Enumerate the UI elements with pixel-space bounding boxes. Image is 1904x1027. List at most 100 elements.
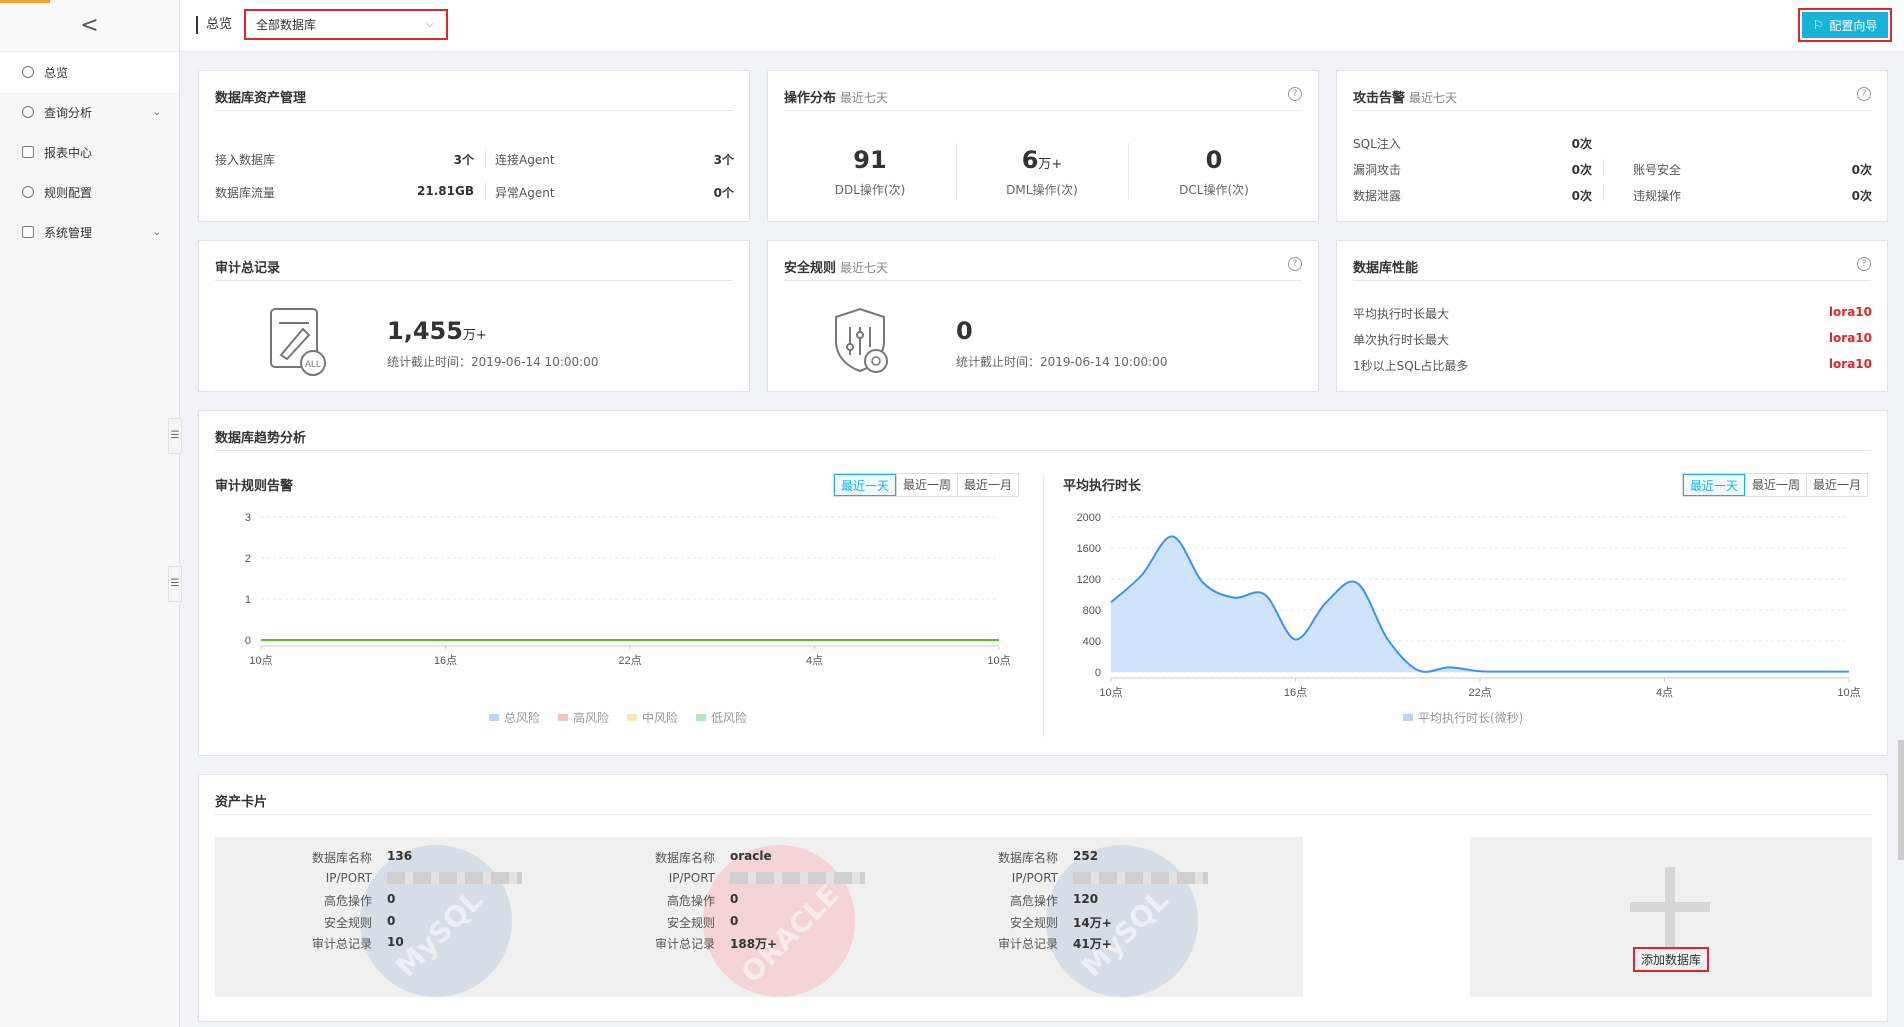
card-title-text: 操作分布	[784, 91, 837, 106]
kv-label: 违规操作	[1633, 189, 1682, 203]
card-title-text: 安全规则	[784, 261, 837, 276]
svg-text:ALL: ALL	[305, 359, 321, 369]
sidebar-item-rule-config[interactable]: 规则配置	[0, 172, 179, 212]
config-guide-label: 配置向导	[1829, 18, 1878, 33]
sidebar-item-system-mgmt[interactable]: 系统管理 ⌄	[0, 212, 179, 252]
asset-row: IP/PORT	[558, 871, 960, 891]
kv-label: 平均执行时长最大	[1353, 307, 1450, 321]
kv-value[interactable]: lora10	[1757, 331, 1872, 345]
ip-port-redacted	[387, 871, 522, 885]
asset-card[interactable]: MySQL 数据库名称 252 IP/PORT 高危操作 120 安全规则 14万+ 审计总记录…	[901, 837, 1303, 997]
divider	[485, 149, 486, 167]
range-tabs: 最近一天 最近一周 最近一月	[833, 473, 1020, 497]
audit-total-card: 审计总记录 ALL 1,455万+ 统计截止时间：2019-06-14 10:0…	[198, 240, 750, 392]
audit-total-number: 1,455	[387, 317, 463, 345]
card-title: 数据库性能	[1353, 257, 1871, 281]
sidebar-item-overview[interactable]: 总览	[0, 52, 179, 92]
sidebar-item-label: 报表中心	[44, 145, 93, 160]
card-subtitle: 最近七天	[840, 91, 889, 105]
asset-field-value: 136	[387, 849, 413, 863]
help-icon[interactable]: ?	[1857, 87, 1871, 101]
asset-row: 审计总记录 41万+	[901, 935, 1303, 955]
legend-item[interactable]: 平均执行时长(微秒)	[1403, 709, 1523, 726]
kv-value: 0个	[713, 186, 734, 200]
kv-value[interactable]: lora10	[1757, 305, 1872, 319]
range-tab-day[interactable]: 最近一天	[1683, 474, 1746, 496]
range-tab-day[interactable]: 最近一天	[834, 474, 897, 496]
kv-label: 数据库流量	[215, 186, 276, 200]
sidebar-item-label: 查询分析	[44, 105, 93, 120]
search-icon	[22, 106, 34, 118]
kv-value: 0次	[1851, 163, 1872, 177]
sidebar-item-query-analysis[interactable]: 查询分析 ⌄	[0, 92, 179, 132]
y-tick-label: 0	[245, 635, 251, 647]
op-dist-card: 操作分布 最近七天 ? 91 DDL操作(次) 6万+ DML操作(次) 0 DC…	[767, 70, 1319, 222]
dcl-label: DCL操作(次)	[1179, 183, 1249, 197]
kv-value[interactable]: lora10	[1757, 357, 1872, 371]
divider	[1603, 159, 1604, 175]
audit-total-value: 1,455万+	[387, 317, 487, 345]
add-database-button[interactable]: 添加数据库	[1633, 947, 1710, 972]
panel-toggle-icon[interactable]: ☰	[168, 566, 182, 602]
scrollbar[interactable]	[1898, 740, 1904, 860]
dashboard-icon	[22, 66, 34, 78]
collapse-sidebar-button[interactable]: <	[0, 0, 179, 52]
asset-card[interactable]: MySQL 数据库名称 136 IP/PORT 高危操作 0 安全规则 0 审计总记录 10	[215, 837, 617, 997]
add-database-card[interactable]: 添加数据库	[1470, 837, 1872, 997]
kv-value: 0次	[1571, 189, 1592, 203]
report-icon	[22, 146, 34, 158]
kv-value: 0次	[1851, 189, 1872, 203]
database-select[interactable]: 全部数据库 ⌵	[244, 9, 448, 40]
help-icon[interactable]: ?	[1288, 87, 1302, 101]
help-icon[interactable]: ?	[1857, 257, 1871, 271]
asset-field-label: 审计总记录	[311, 937, 372, 951]
legend-item[interactable]: 中风险	[627, 709, 678, 726]
card-title-text: 攻击告警	[1353, 91, 1406, 106]
config-guide-button[interactable]: ⚐ 配置向导	[1798, 8, 1892, 42]
dcl-count-value: 0	[1205, 146, 1223, 174]
asset-row: 数据库名称 252	[901, 849, 1303, 869]
kv-label: 接入数据库	[215, 153, 276, 167]
asset-row: 安全规则 14万+	[901, 914, 1303, 934]
help-icon[interactable]: ?	[1288, 257, 1302, 271]
asset-field-value: 0	[730, 892, 739, 906]
asset-field-value: 0	[387, 913, 396, 928]
asset-field-value: 120	[1073, 892, 1099, 906]
asset-row: IP/PORT	[215, 871, 617, 891]
x-tick-label: 10点	[249, 654, 272, 667]
kv-value: 3个	[713, 153, 734, 167]
asset-field-value: 14万+	[1073, 915, 1112, 930]
range-tab-week[interactable]: 最近一周	[1745, 474, 1806, 496]
sidebar-item-report-center[interactable]: 报表中心	[0, 132, 179, 172]
y-tick-label: 0	[1095, 667, 1101, 679]
asset-row: 审计总记录 188万+	[558, 935, 960, 955]
security-stat-time: 统计截止时间：2019-06-14 10:00:00	[956, 355, 1168, 369]
ip-port-redacted	[1073, 871, 1208, 885]
chevron-left-icon: <	[80, 13, 99, 38]
asset-field-label: 高危操作	[666, 894, 715, 908]
panel-toggle-icon[interactable]: ☰	[168, 418, 182, 454]
legend-item[interactable]: 总风险	[489, 709, 540, 726]
kv-label: 单次执行时长最大	[1353, 333, 1450, 347]
card-title: 审计总记录	[215, 257, 733, 281]
asset-row: 数据库名称 oracle	[558, 849, 960, 869]
range-tab-week[interactable]: 最近一周	[896, 474, 957, 496]
range-tab-month[interactable]: 最近一月	[957, 474, 1018, 496]
card-title: 资产卡片	[215, 791, 1871, 815]
y-tick-label: 1200	[1077, 574, 1101, 586]
kv-value: 0次	[1571, 163, 1592, 177]
asset-field-label: 安全规则	[666, 915, 715, 930]
asset-field-value: 41万+	[1073, 937, 1112, 951]
legend-item[interactable]: 高风险	[558, 709, 609, 726]
shield-icon	[835, 307, 888, 373]
asset-cards-section: 资产卡片 MySQL 数据库名称 136 IP/PORT 高危操作 0 安全规则 0 审计总记录…	[198, 774, 1888, 1022]
range-tab-month[interactable]: 最近一月	[1806, 474, 1867, 496]
asset-card[interactable]: ORACLE 数据库名称 oracle IP/PORT 高危操作 0 安全规则 0 审计总记录 1…	[558, 837, 960, 997]
kv-label: SQL注入	[1353, 137, 1401, 151]
legend-label: 高风险	[573, 711, 610, 725]
legend-item[interactable]: 低风险	[696, 709, 747, 726]
asset-field-label: 安全规则	[1009, 915, 1058, 930]
kv-label: 账号安全	[1633, 163, 1682, 177]
kv-label: 数据泄露	[1353, 189, 1402, 203]
y-tick-label: 400	[1083, 636, 1101, 648]
